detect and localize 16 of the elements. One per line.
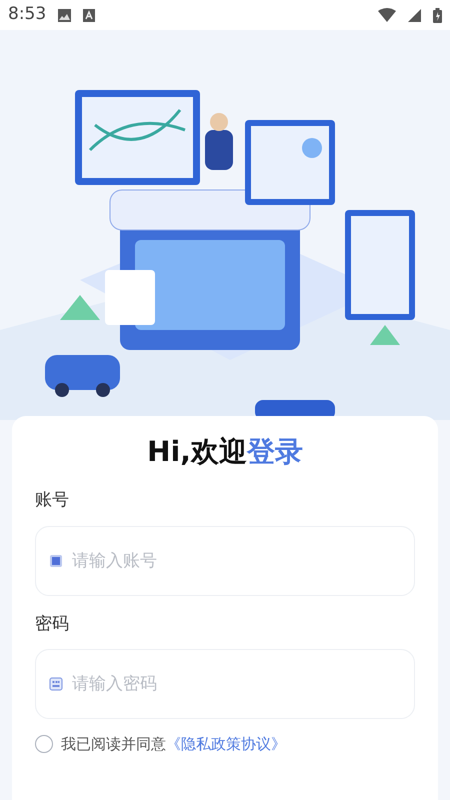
- input-field[interactable]: 请输入密码: [35, 649, 415, 719]
- field-label: 密码: [35, 612, 70, 636]
- wifi-icon: [378, 8, 396, 22]
- welcome-title: Hi,欢迎登录: [146, 434, 304, 470]
- signal-icon: [408, 8, 421, 22]
- agreement-text: 我已阅读并同意《隐私政策协议》: [61, 734, 286, 755]
- battery-icon: [433, 8, 442, 22]
- agreement-radio[interactable]: [35, 735, 53, 754]
- privacy-policy-link[interactable]: 《隐私政策协议》: [166, 735, 286, 753]
- field-label: 账号: [35, 489, 70, 512]
- card-icon: [49, 554, 63, 568]
- image-icon: [58, 8, 72, 22]
- status-time: 8:53: [8, 3, 46, 26]
- keypad-icon: [49, 677, 63, 691]
- notification-icon: [83, 8, 96, 22]
- input-field[interactable]: 请输入账号: [35, 526, 415, 596]
